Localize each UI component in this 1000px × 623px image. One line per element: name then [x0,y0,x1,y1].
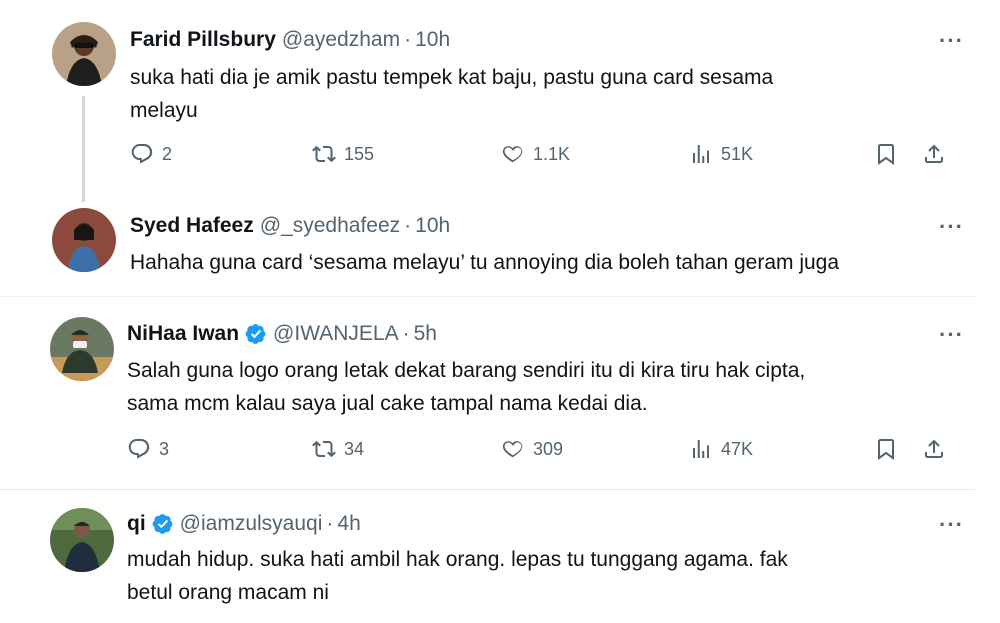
author-name[interactable]: Farid Pillsbury [130,28,276,52]
reply-button[interactable]: 3 [127,437,169,461]
views-button[interactable]: 51K [689,142,753,166]
share-icon [922,142,946,166]
like-button[interactable]: 309 [501,437,563,461]
avatar[interactable] [50,508,114,572]
reply-count: 3 [159,438,170,459]
retweet-button[interactable]: 34 [312,437,364,461]
author-handle[interactable]: @_syedhafeez [260,214,400,238]
author-handle[interactable]: @ayedzham [282,28,400,52]
author-name[interactable]: qi [127,512,146,536]
retweet-count: 34 [344,438,365,459]
retweet-button[interactable]: 155 [312,142,374,166]
like-icon [501,437,525,461]
tweet-text-line: Salah guna logo orang letak dekat barang… [127,359,806,382]
share-icon [922,437,946,461]
retweet-count: 155 [344,143,375,164]
bookmark-button[interactable] [874,142,898,166]
timestamp[interactable]: 10h [415,28,450,52]
verified-badge-icon [245,323,267,345]
timestamp[interactable]: 4h [337,512,360,536]
tweet-text-line: mudah hidup. suka hati ambil hak orang. … [127,548,788,571]
tweet-header: Farid Pillsbury @ayedzham · 10h [130,28,450,52]
avatar[interactable] [52,22,116,86]
action-bar: 3 34 309 47K [0,437,1000,469]
timestamp[interactable]: 5h [414,322,437,346]
tweet-header: Syed Hafeez @_syedhafeez · 10h [130,214,450,238]
share-button[interactable] [922,437,946,461]
timestamp[interactable]: 10h [415,214,450,238]
like-icon [501,142,525,166]
like-count: 1.1K [533,143,571,164]
separator-dot: · [404,28,412,51]
reply-icon [130,142,154,166]
bookmark-button[interactable] [874,437,898,461]
tweet-text-line: suka hati dia je amik pastu tempek kat b… [130,66,774,89]
views-icon [689,437,713,461]
tweet-text: Salah guna logo orang letak dekat barang… [127,354,805,420]
separator-dot: · [326,512,334,535]
verified-badge-icon [152,513,174,535]
like-button[interactable]: 1.1K [501,142,570,166]
separator-dot: · [402,322,410,345]
tweet-text: suka hati dia je amik pastu tempek kat b… [130,61,773,127]
action-bar: 2 155 1.1K 51K [0,142,1000,174]
divider [0,489,975,490]
divider [0,296,975,297]
retweet-icon [312,142,336,166]
author-handle[interactable]: @IWANJELA [273,322,399,346]
tweet-header: qi @iamzulsyauqi · 4h [127,512,361,536]
tweet-header: NiHaa Iwan @IWANJELA · 5h [127,322,437,346]
tweet-text-line: melayu [130,99,198,122]
share-button[interactable] [922,142,946,166]
bookmark-icon [874,437,898,461]
views-count: 47K [721,438,754,459]
views-icon [689,142,713,166]
views-count: 51K [721,143,754,164]
more-icon[interactable]: ··· [939,322,964,348]
views-button[interactable]: 47K [689,437,753,461]
avatar[interactable] [52,208,116,272]
bookmark-icon [874,142,898,166]
author-handle[interactable]: @iamzulsyauqi [180,512,323,536]
tweet-text-line: betul orang macam ni [127,581,329,604]
tweet-text: mudah hidup. suka hati ambil hak orang. … [127,543,788,609]
tweet-text-line: Hahaha guna card ‘sesama melayu’ tu anno… [130,251,840,274]
tweet-text-line: sama mcm kalau saya jual cake tampal nam… [127,392,648,415]
author-name[interactable]: NiHaa Iwan [127,322,239,346]
retweet-icon [312,437,336,461]
more-icon[interactable]: ··· [939,512,964,538]
separator-dot: · [404,214,412,237]
more-icon[interactable]: ··· [939,214,964,240]
like-count: 309 [533,438,564,459]
reply-button[interactable]: 2 [130,142,172,166]
author-name[interactable]: Syed Hafeez [130,214,254,238]
tweet-text: Hahaha guna card ‘sesama melayu’ tu anno… [130,246,839,279]
reply-icon [127,437,151,461]
reply-count: 2 [162,143,173,164]
more-icon[interactable]: ··· [939,28,964,54]
avatar[interactable] [50,317,114,381]
